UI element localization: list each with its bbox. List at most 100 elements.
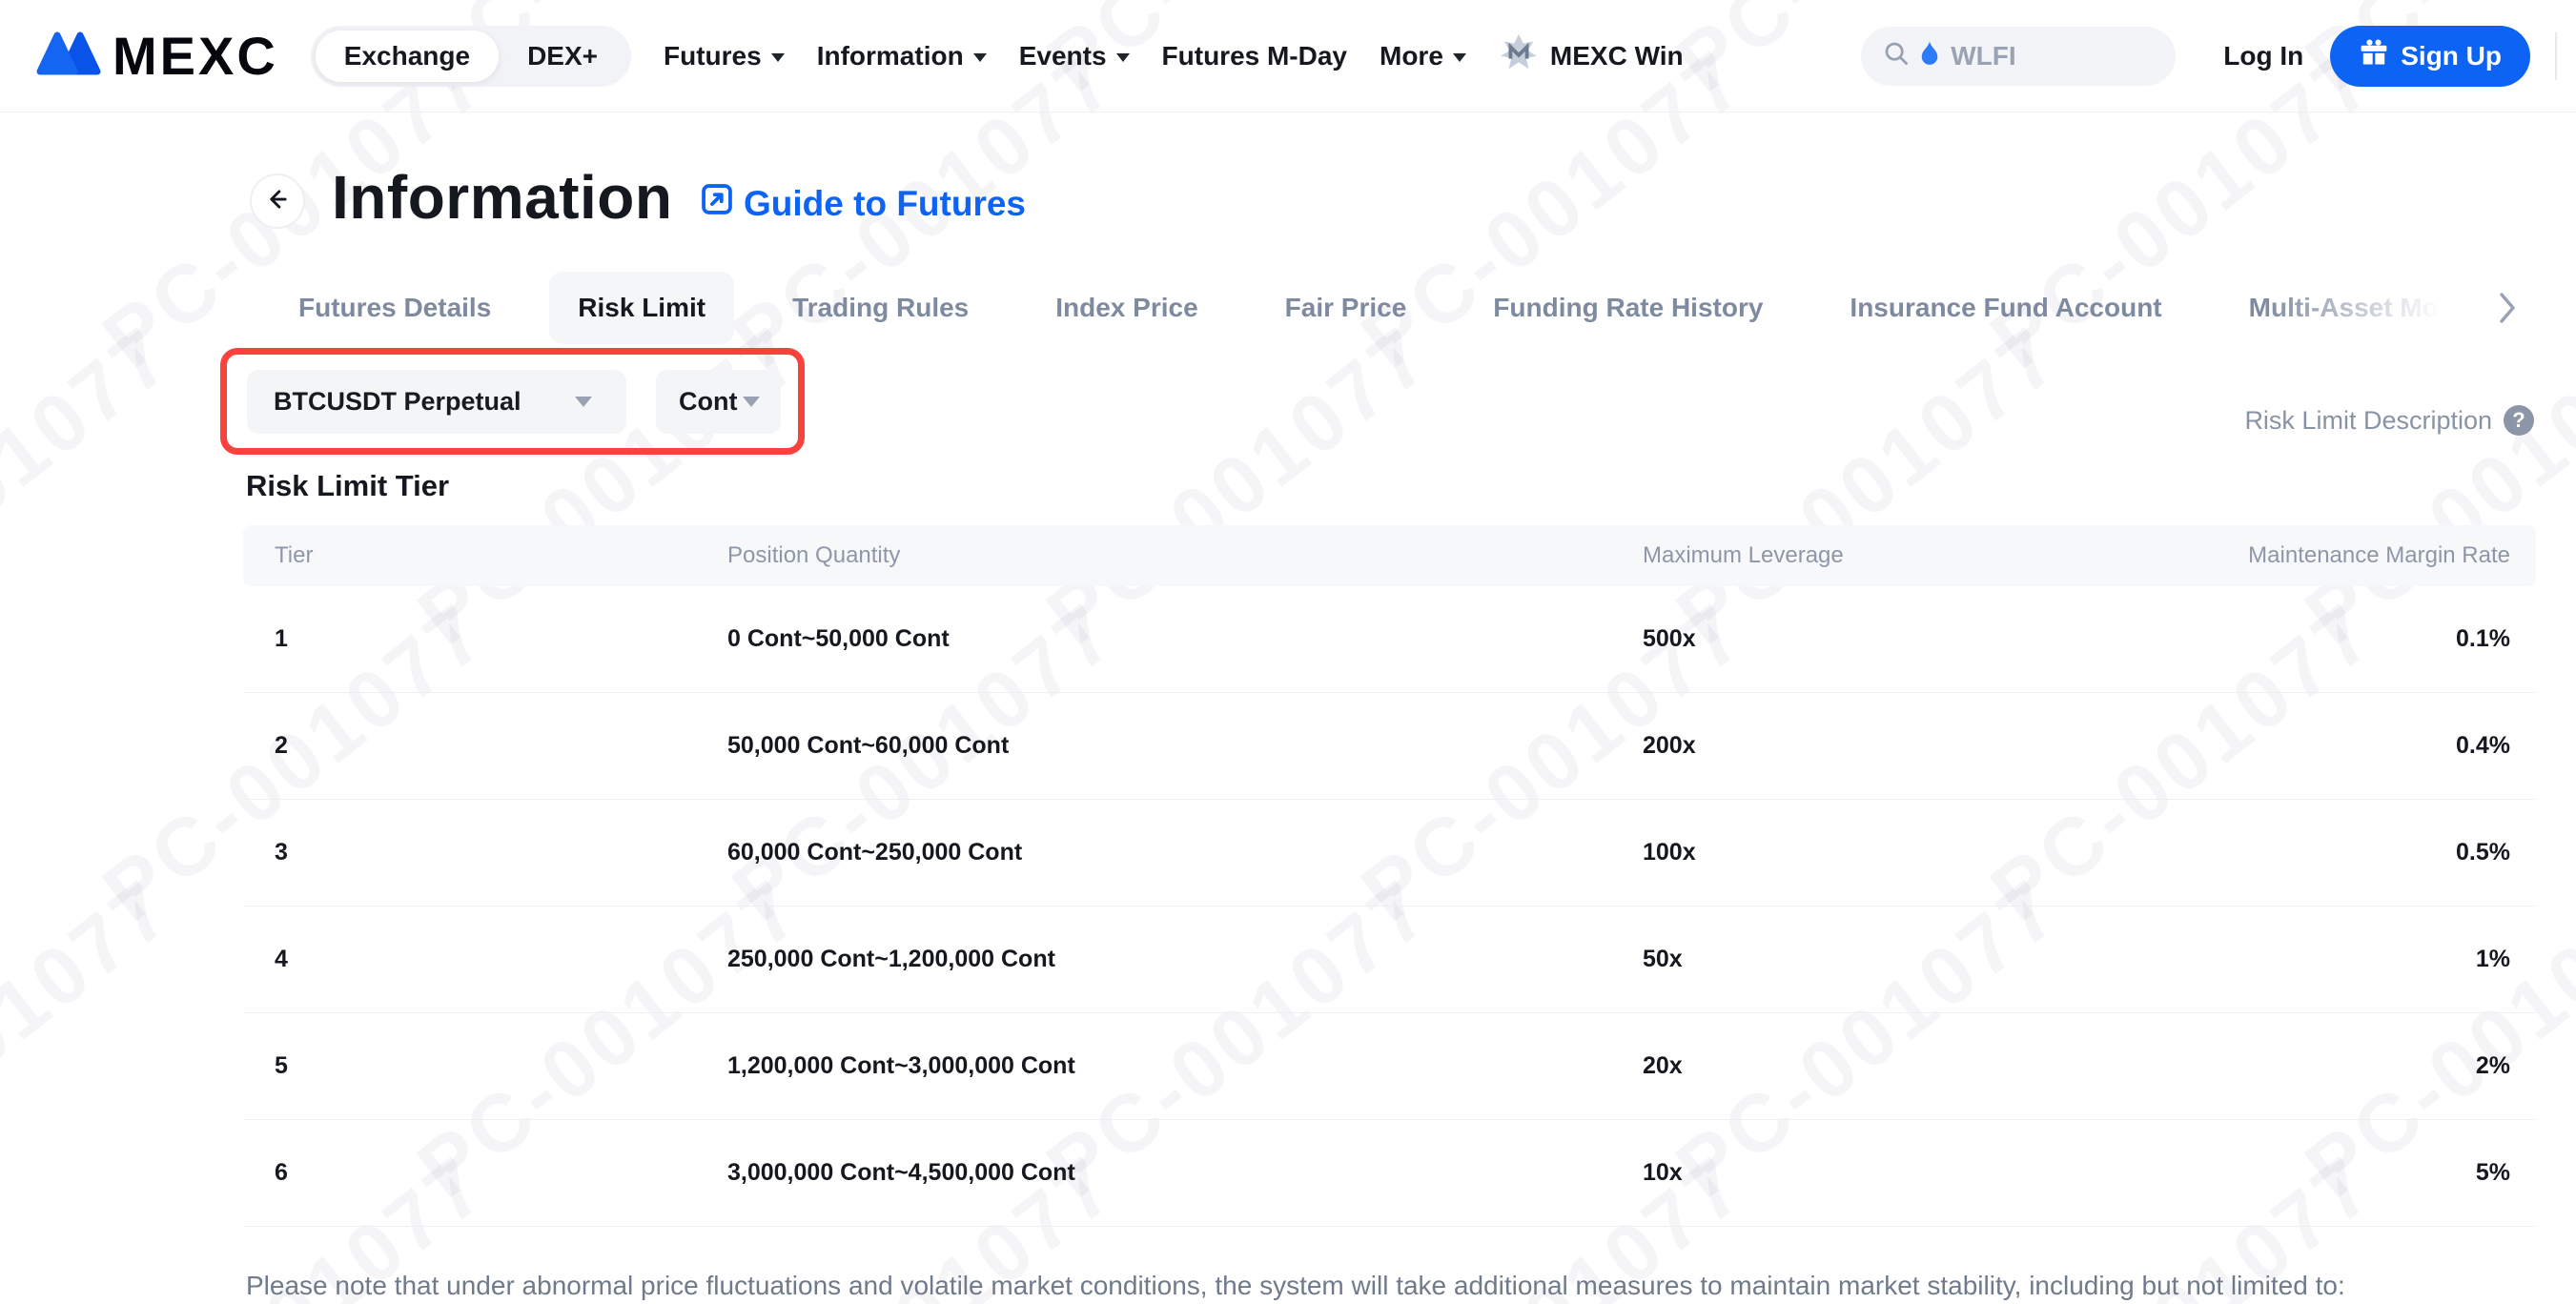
nav-item-more[interactable]: More (1380, 41, 1466, 71)
cell-position-quantity: 3,000,000 Cont~4,500,000 Cont (727, 1159, 1643, 1187)
cell-tier: 1 (275, 625, 727, 653)
table-row: 4250,000 Cont~1,200,000 Cont50x1% (243, 907, 2536, 1013)
nav-item-label: Futures (664, 41, 762, 71)
nav-items: Futures Information Events Futures M-Day Mor… (664, 41, 1466, 71)
cell-max-leverage: 10x (1643, 1159, 2110, 1187)
table-row: 10 Cont~50,000 Cont500x0.1% (243, 586, 2536, 693)
table-row: 63,000,000 Cont~4,500,000 Cont10x5% (243, 1120, 2536, 1227)
cell-maintenance-margin-rate: 0.1% (2110, 625, 2510, 653)
mexc-win-badge-icon (1499, 32, 1539, 79)
nav-edge-divider (2555, 32, 2557, 80)
login-button[interactable]: Log In (2223, 41, 2303, 71)
market-toggle: Exchange DEX+ (311, 26, 631, 87)
tabs-row: Futures Details Risk Limit Trading Rules In… (270, 271, 2491, 345)
guide-link-label: Guide to Futures (744, 184, 1026, 224)
nav-item-events[interactable]: Events (1019, 41, 1130, 71)
tab-funding-rate-history[interactable]: Funding Rate History (1464, 272, 1791, 344)
page-title: Information (332, 162, 672, 233)
col-header-position-quantity: Position Quantity (727, 542, 1643, 569)
chevron-down-icon (575, 397, 592, 407)
cell-maintenance-margin-rate: 0.4% (2110, 732, 2510, 760)
cell-maintenance-margin-rate: 2% (2110, 1052, 2510, 1080)
hot-flame-icon (1919, 40, 1940, 71)
nav-left-group: MEXC Exchange DEX+ Futures Information Eve… (0, 25, 1684, 87)
highlight-annotation: BTCUSDT Perpetual Cont (220, 348, 805, 455)
tab-insurance-fund-account[interactable]: Insurance Fund Account (1821, 272, 2190, 344)
guide-to-futures-link[interactable]: Guide to Futures (699, 181, 1026, 226)
cell-tier: 2 (275, 732, 727, 760)
chevron-down-icon (973, 53, 987, 62)
cell-maintenance-margin-rate: 5% (2110, 1159, 2510, 1187)
nav-item-label: Events (1019, 41, 1107, 71)
search-input[interactable] (1949, 40, 2111, 72)
cell-max-leverage: 20x (1643, 1052, 2110, 1080)
cell-tier: 4 (275, 946, 727, 973)
back-button[interactable] (250, 173, 305, 229)
chevron-down-icon (1453, 53, 1466, 62)
table-header-row: Tier Position Quantity Maximum Leverage … (243, 525, 2536, 586)
tab-fair-price[interactable]: Fair Price (1257, 272, 1436, 344)
table-row: 360,000 Cont~250,000 Cont100x0.5% (243, 800, 2536, 907)
tab-futures-details[interactable]: Futures Details (270, 272, 520, 344)
nav-item-futures[interactable]: Futures (664, 41, 785, 71)
gift-icon (2359, 37, 2389, 74)
help-question-icon[interactable]: ? (2504, 405, 2534, 436)
tabs-scroll-chevron[interactable] (2498, 290, 2517, 331)
mexc-logo[interactable]: MEXC (36, 25, 278, 87)
table-row: 51,200,000 Cont~3,000,000 Cont20x2% (243, 1013, 2536, 1120)
tab-multi-asset-mode-trading[interactable]: Multi-Asset Mode Trading (2220, 272, 2491, 344)
cell-tier: 3 (275, 839, 727, 866)
cell-position-quantity: 60,000 Cont~250,000 Cont (727, 839, 1643, 866)
cell-max-leverage: 50x (1643, 946, 2110, 973)
unit-select-value: Cont (679, 387, 737, 417)
signup-button[interactable]: Sign Up (2330, 26, 2530, 87)
contract-select-value: BTCUSDT Perpetual (274, 387, 521, 417)
signup-label: Sign Up (2401, 41, 2502, 71)
arrow-left-icon (263, 185, 292, 218)
nav-item-information[interactable]: Information (817, 41, 987, 71)
tab-index-price[interactable]: Index Price (1027, 272, 1226, 344)
cell-maintenance-margin-rate: 0.5% (2110, 839, 2510, 866)
cell-position-quantity: 50,000 Cont~60,000 Cont (727, 732, 1643, 760)
unit-select[interactable]: Cont (656, 370, 781, 434)
risk-limit-description-link[interactable]: Risk Limit Description ? (2244, 405, 2534, 436)
chevron-down-icon (771, 53, 785, 62)
toggle-exchange[interactable]: Exchange (316, 31, 499, 82)
table-row: 250,000 Cont~60,000 Cont200x0.4% (243, 693, 2536, 800)
col-header-tier: Tier (275, 542, 727, 569)
nav-item-label: Information (817, 41, 964, 71)
contract-select[interactable]: BTCUSDT Perpetual (247, 370, 626, 434)
mexc-logo-icon (36, 27, 101, 85)
mexc-logo-text: MEXC (112, 25, 278, 87)
watermark: PC-001077 (0, 308, 191, 664)
cell-tier: 5 (275, 1052, 727, 1080)
col-header-maintenance-margin-rate: Maintenance Margin Rate (2110, 542, 2510, 569)
chevron-down-icon (743, 397, 760, 407)
tab-risk-limit[interactable]: Risk Limit (549, 272, 734, 344)
cell-max-leverage: 100x (1643, 839, 2110, 866)
risk-limit-table: Tier Position Quantity Maximum Leverage … (243, 525, 2536, 1227)
col-header-max-leverage: Maximum Leverage (1643, 542, 2110, 569)
cell-position-quantity: 1,200,000 Cont~3,000,000 Cont (727, 1052, 1643, 1080)
nav-item-mexc-win[interactable]: MEXC Win (1499, 32, 1684, 79)
mexc-win-label: MEXC Win (1550, 41, 1684, 71)
cell-max-leverage: 500x (1643, 625, 2110, 653)
footer-note: Please note that under abnormal price fl… (246, 1271, 2345, 1301)
nav-right-group: Log In Sign Up (1861, 26, 2576, 87)
toggle-dex[interactable]: DEX+ (499, 31, 626, 82)
cell-position-quantity: 0 Cont~50,000 Cont (727, 625, 1643, 653)
cell-position-quantity: 250,000 Cont~1,200,000 Cont (727, 946, 1643, 973)
section-heading: Risk Limit Tier (246, 469, 449, 503)
table-body: 10 Cont~50,000 Cont500x0.1%250,000 Cont~… (243, 586, 2536, 1227)
chevron-down-icon (1116, 53, 1130, 62)
risk-limit-description-label: Risk Limit Description (2244, 406, 2492, 436)
cell-max-leverage: 200x (1643, 732, 2110, 760)
nav-item-label: More (1380, 41, 1443, 71)
watermark: PC-001077 (0, 861, 191, 1217)
nav-item-futures-m-day[interactable]: Futures M-Day (1162, 41, 1347, 71)
nav-item-label: Futures M-Day (1162, 41, 1347, 71)
top-nav: MEXC Exchange DEX+ Futures Information Eve… (0, 0, 2576, 112)
tab-trading-rules[interactable]: Trading Rules (764, 272, 997, 344)
guide-book-icon (699, 181, 735, 226)
search-box[interactable] (1861, 27, 2176, 86)
